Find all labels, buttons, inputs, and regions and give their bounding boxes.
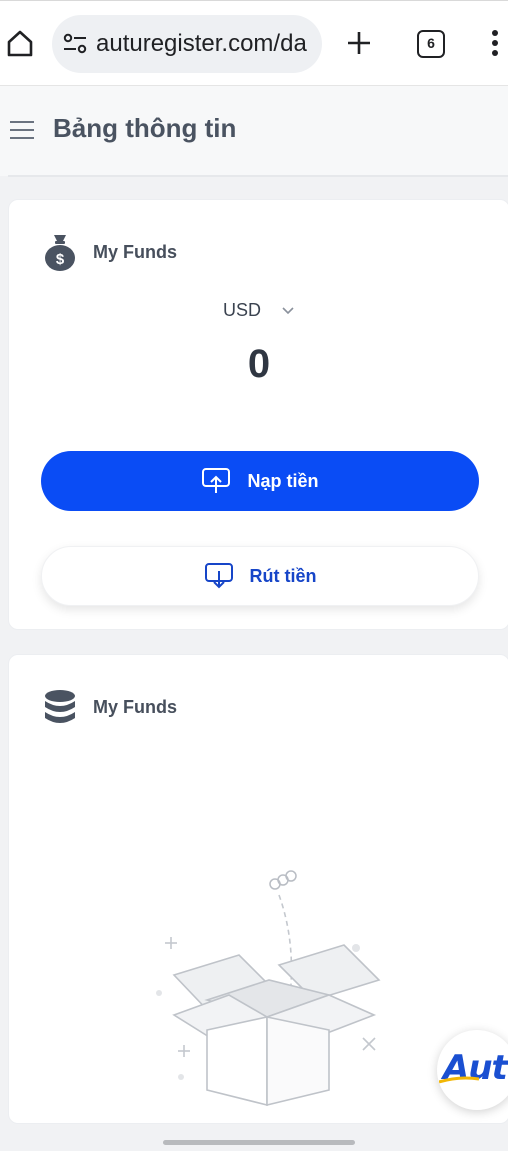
brand-swoosh-icon bbox=[439, 1076, 479, 1084]
more-vert-icon[interactable] bbox=[488, 27, 502, 59]
deposit-label: Nạp tiền bbox=[247, 470, 319, 491]
balance-value: 0 bbox=[247, 342, 271, 386]
home-indicator[interactable] bbox=[163, 1140, 355, 1145]
funds-card: $ My Funds USD 0 Nạp tiền Rút tiền bbox=[8, 199, 508, 630]
site-settings-icon[interactable] bbox=[62, 31, 88, 57]
tab-switcher-icon[interactable]: 6 bbox=[417, 30, 445, 58]
svg-text:$: $ bbox=[56, 251, 65, 268]
currency-value: USD bbox=[222, 300, 261, 320]
holdings-card-title: My Funds bbox=[93, 696, 177, 717]
home-icon[interactable] bbox=[4, 27, 36, 59]
deposit-icon bbox=[202, 468, 231, 493]
currency-selector[interactable]: USD bbox=[9, 300, 508, 321]
chevron-down-icon bbox=[282, 307, 294, 315]
deposit-button[interactable]: Nạp tiền bbox=[41, 451, 479, 511]
coins-stack-icon bbox=[45, 690, 75, 723]
withdraw-icon bbox=[204, 563, 233, 589]
empty-box-icon bbox=[156, 870, 381, 1107]
page-title: Bảng thông tin bbox=[53, 113, 237, 143]
holdings-card: My Funds bbox=[8, 654, 508, 1124]
address-bar[interactable]: auturegister.com/da bbox=[52, 15, 322, 73]
withdraw-button[interactable]: Rút tiền bbox=[41, 546, 479, 606]
funds-card-header: $ My Funds bbox=[41, 230, 177, 274]
funds-card-title: My Funds bbox=[93, 241, 177, 262]
brand-badge[interactable]: Autu bbox=[437, 1030, 508, 1110]
browser-toolbar: auturegister.com/da 6 bbox=[0, 0, 508, 86]
new-tab-icon[interactable] bbox=[344, 28, 374, 58]
url-text: auturegister.com/da bbox=[96, 30, 307, 57]
money-bag-icon: $ bbox=[45, 235, 75, 271]
page-header: Bảng thông tin bbox=[0, 86, 508, 176]
header-divider bbox=[8, 175, 508, 177]
hamburger-icon[interactable] bbox=[9, 120, 35, 140]
withdraw-label: Rút tiền bbox=[249, 565, 317, 586]
holdings-card-header: My Funds bbox=[41, 685, 177, 729]
